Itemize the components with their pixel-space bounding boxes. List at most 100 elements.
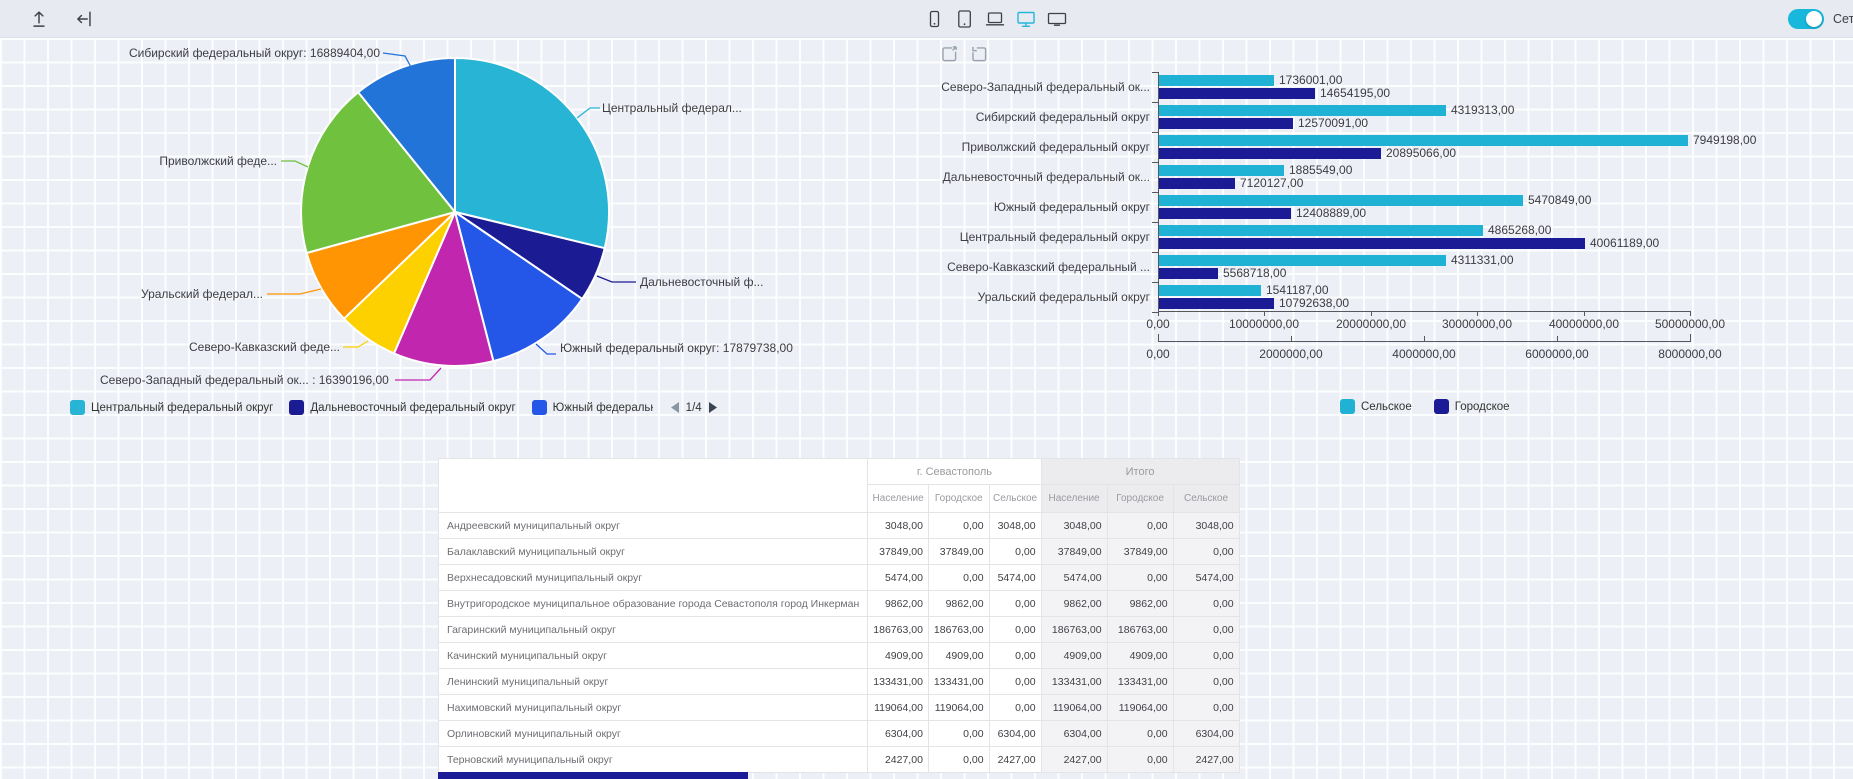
- legend-swatch: [289, 400, 304, 415]
- column-header[interactable]: Сельское: [1173, 485, 1239, 513]
- bar-value-label: 5470849,00: [1528, 193, 1591, 207]
- bar-legend-item[interactable]: Городское: [1434, 399, 1510, 414]
- table-row[interactable]: Верхнесадовский муниципальный округ5474,…: [439, 565, 1240, 591]
- pie-legend-item[interactable]: Дальневосточный федеральный округ: [289, 400, 515, 415]
- legend-label: Центральный федеральный округ: [91, 402, 273, 414]
- zoom-select-button[interactable]: [936, 42, 962, 68]
- tablet-icon: [953, 8, 975, 30]
- category-axis-tick: [1152, 72, 1158, 73]
- row-name-cell: Ленинский муниципальный округ: [439, 669, 868, 695]
- column-header[interactable]: Городское: [928, 485, 989, 513]
- bar-legend-item[interactable]: Сельское: [1340, 399, 1412, 414]
- bar-urban[interactable]: [1159, 148, 1381, 159]
- legend-swatch: [532, 400, 547, 415]
- bar-urban[interactable]: [1159, 178, 1235, 189]
- column-header[interactable]: Население: [868, 485, 929, 513]
- bar-urban[interactable]: [1159, 268, 1218, 279]
- legend-next-button[interactable]: [709, 402, 717, 413]
- column-header[interactable]: Городское: [1107, 485, 1173, 513]
- bar-rural[interactable]: [1159, 195, 1523, 206]
- bar-urban[interactable]: [1159, 238, 1585, 249]
- bar-urban[interactable]: [1159, 88, 1315, 99]
- column-header[interactable]: Сельское: [989, 485, 1041, 513]
- device-tv-button[interactable]: [1044, 7, 1070, 33]
- value-cell: 0,00: [1107, 747, 1173, 773]
- bar-urban[interactable]: [1159, 118, 1293, 129]
- pie-legend-item[interactable]: Центральный федеральный округ: [70, 400, 273, 415]
- bar-urban[interactable]: [1159, 208, 1291, 219]
- table-panel: г. СевастопольИтогоНаселениеГородскоеСел…: [438, 458, 1240, 773]
- device-desktop-button[interactable]: [1013, 7, 1039, 33]
- dashboard-canvas: Сетка Сибирский федеральный округ: 16889…: [0, 0, 1853, 779]
- value-cell: 5474,00: [868, 565, 929, 591]
- bar-rural[interactable]: [1159, 75, 1274, 86]
- device-laptop-button[interactable]: [982, 7, 1008, 33]
- top-axis-tick-label: 10000000,00: [1204, 317, 1324, 331]
- bar-value-label: 1885549,00: [1289, 163, 1352, 177]
- bar-rural[interactable]: [1159, 225, 1483, 236]
- row-name-cell: Гагаринский муниципальный округ: [439, 617, 868, 643]
- grid-toggle-label: Сетка: [1833, 12, 1853, 26]
- legend-label: Сельское: [1361, 401, 1412, 413]
- legend-label: Городское: [1455, 401, 1510, 413]
- collapse-left-icon: [74, 8, 96, 30]
- bar-top-axis: [1158, 311, 1691, 312]
- category-axis-tick: [1152, 192, 1158, 193]
- bar-value-label: 4311331,00: [1451, 253, 1514, 267]
- collapse-left-button[interactable]: [72, 7, 98, 33]
- table-row[interactable]: Гагаринский муниципальный округ 186763,00…: [439, 617, 1240, 643]
- column-header[interactable]: Население: [1041, 485, 1107, 513]
- bar-rural[interactable]: [1159, 285, 1261, 296]
- value-cell: 133431,00: [1041, 669, 1107, 695]
- legend-page-indicator: 1/4: [686, 402, 702, 414]
- top-axis-tick-label: 0,00: [1098, 317, 1218, 331]
- value-cell: 3048,00: [1173, 513, 1239, 539]
- table-row[interactable]: Ленинский муниципальный округ133431,0013…: [439, 669, 1240, 695]
- row-name-cell: Балаклавский муниципальный округ: [439, 539, 868, 565]
- value-cell: 186763,00: [1107, 617, 1173, 643]
- upload-button[interactable]: [26, 7, 52, 33]
- value-cell: 4909,00: [1107, 643, 1173, 669]
- top-axis-tick-label: 30000000,00: [1417, 317, 1537, 331]
- device-tablet-button[interactable]: [951, 7, 977, 33]
- table-row[interactable]: Внутригородское муниципальное образовани…: [439, 591, 1240, 617]
- bar-urban[interactable]: [1159, 298, 1274, 309]
- bottom-axis-tick-label: 4000000,00: [1364, 347, 1484, 361]
- bar-legend: Сельское Городское: [1340, 399, 1510, 414]
- value-cell: 0,00: [1173, 591, 1239, 617]
- pie-legend: Центральный федеральный округ Дальневосто…: [70, 400, 717, 415]
- value-cell: 4909,00: [1041, 643, 1107, 669]
- pie-callout-privolzhsky: Приволжский феде...: [77, 154, 277, 168]
- value-cell: 4909,00: [868, 643, 929, 669]
- value-cell: 9862,00: [868, 591, 929, 617]
- row-name-cell: Качинский муниципальный округ: [439, 643, 868, 669]
- upload-icon: [28, 8, 50, 30]
- bar-rural[interactable]: [1159, 105, 1446, 116]
- value-cell: 5474,00: [1041, 565, 1107, 591]
- table-row[interactable]: Балаклавский муниципальный округ37849,00…: [439, 539, 1240, 565]
- table-row[interactable]: Орлиновский муниципальный округ6304,000,…: [439, 721, 1240, 747]
- bar-value-label: 7949198,00: [1693, 133, 1756, 147]
- value-cell: 0,00: [1107, 721, 1173, 747]
- grid-toggle[interactable]: [1788, 9, 1824, 29]
- bar-rural[interactable]: [1159, 135, 1688, 146]
- bar-chart-panel: Северо-Западный федеральный ок...1736001…: [870, 38, 1760, 438]
- table-row[interactable]: Качинский муниципальный округ4909,004909…: [439, 643, 1240, 669]
- bar-rural[interactable]: [1159, 255, 1446, 266]
- row-name-cell: Андреевский муниципальный округ: [439, 513, 868, 539]
- row-name-cell: Внутригородское муниципальное образовани…: [439, 591, 868, 617]
- bar-category-label: Центральный федеральный округ: [870, 230, 1150, 244]
- bar-rural[interactable]: [1159, 165, 1284, 176]
- pie-callout-uralsky: Уральский федерал...: [63, 287, 263, 301]
- bar-value-label: 1736001,00: [1279, 73, 1342, 87]
- legend-prev-button[interactable]: [671, 402, 679, 413]
- value-cell: 0,00: [989, 539, 1041, 565]
- table-scrollbar[interactable]: [438, 772, 748, 779]
- table-row[interactable]: Терновский муниципальный округ2427,000,0…: [439, 747, 1240, 773]
- table-row[interactable]: Нахимовский муниципальный округ119064,00…: [439, 695, 1240, 721]
- table-row[interactable]: Андреевский муниципальный округ3048,000,…: [439, 513, 1240, 539]
- category-axis-tick: [1152, 132, 1158, 133]
- device-phone-button[interactable]: [921, 7, 947, 33]
- zoom-reset-button[interactable]: [966, 42, 992, 68]
- pie-legend-item[interactable]: Южный федеральный ок: [532, 400, 653, 415]
